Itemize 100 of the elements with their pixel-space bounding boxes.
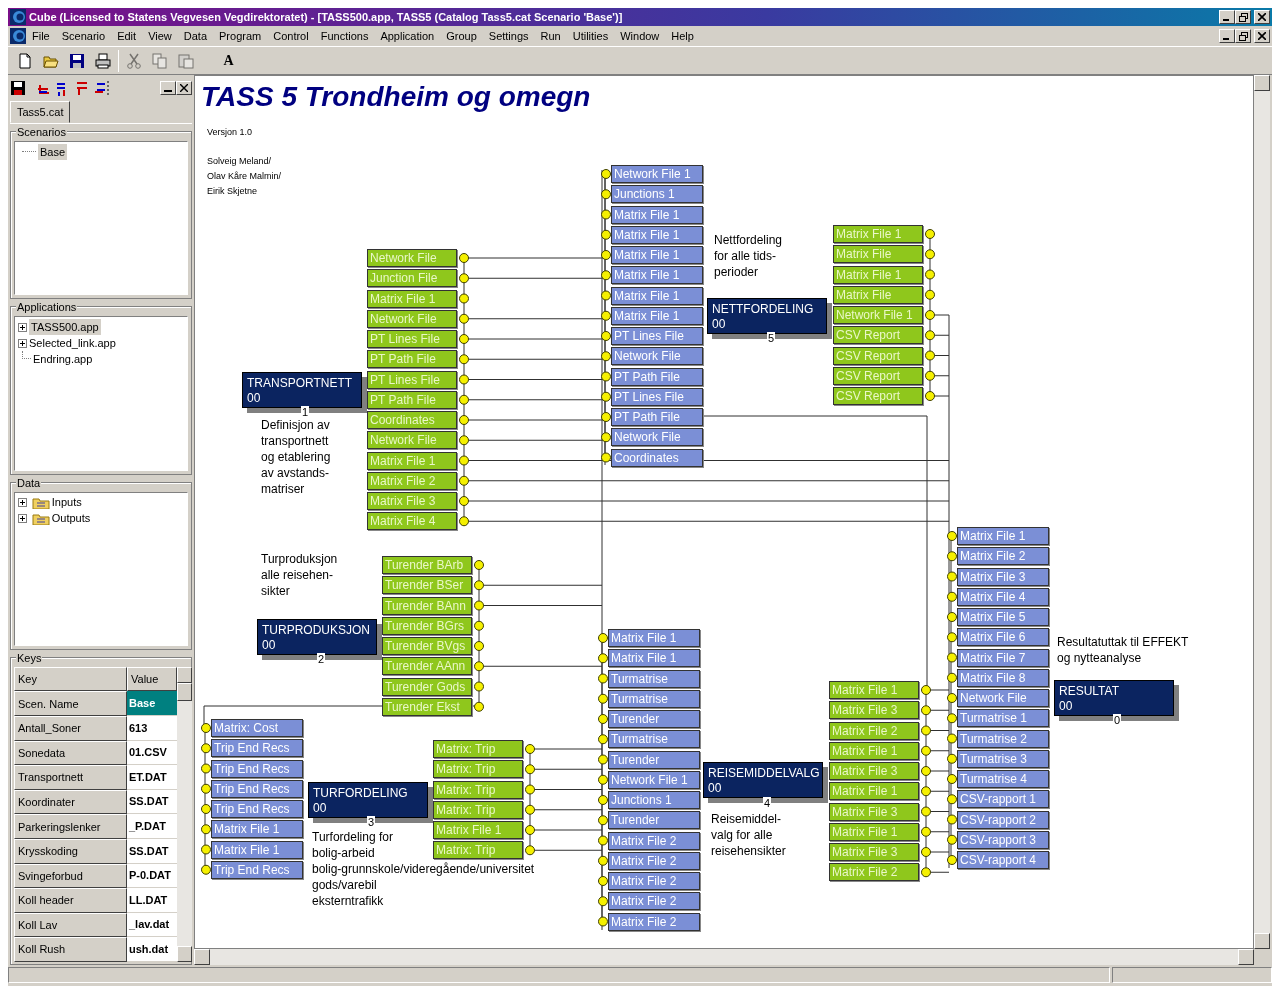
output-file-node[interactable]: Turender Ekst xyxy=(382,697,472,716)
output-file-node[interactable]: Matrix File 2 xyxy=(367,471,457,490)
menu-item[interactable]: Help xyxy=(665,27,700,45)
menu-item[interactable]: Run xyxy=(534,27,567,45)
input-file-node[interactable]: Coordinates xyxy=(611,448,703,467)
output-file-node[interactable]: PT Path File xyxy=(367,390,457,409)
output-file-node[interactable]: Matrix File 1 xyxy=(833,265,923,284)
value-cell[interactable]: P-0.DAT xyxy=(127,863,177,889)
menu-item[interactable]: Group xyxy=(440,27,483,45)
input-file-node[interactable]: CSV-rapport 2 xyxy=(957,810,1049,829)
input-file-node[interactable]: PT Path File xyxy=(611,408,703,426)
output-file-node[interactable]: PT Lines File xyxy=(367,370,457,389)
value-cell[interactable]: ush.dat xyxy=(127,937,177,962)
output-file-node[interactable]: Matrix File 1 xyxy=(829,822,919,841)
menu-item[interactable]: View xyxy=(142,27,178,45)
input-file-node[interactable]: Turmatrise 4 xyxy=(957,770,1049,788)
save-icon[interactable] xyxy=(10,79,26,96)
minimize-button[interactable] xyxy=(1219,29,1236,43)
input-file-node[interactable]: Network File 1 xyxy=(608,770,700,789)
horizontal-scrollbar[interactable] xyxy=(194,949,1254,965)
restore-button[interactable] xyxy=(1235,10,1252,24)
output-file-node[interactable]: Matrix File 1 xyxy=(829,782,919,801)
value-cell[interactable]: 613 xyxy=(127,716,177,741)
input-file-node[interactable]: Trip End Recs xyxy=(211,800,303,818)
expand-icon[interactable] xyxy=(18,498,27,507)
input-file-node[interactable]: Matrix File 5 xyxy=(957,608,1049,626)
output-file-node[interactable]: CSV Report xyxy=(833,387,923,405)
output-file-node[interactable]: Matrix File 1 xyxy=(367,451,457,470)
output-file-node[interactable]: Network File 1 xyxy=(833,306,923,324)
output-file-node[interactable]: CSV Report xyxy=(833,366,923,385)
output-file-node[interactable]: Matrix: Trip xyxy=(433,780,523,799)
vertical-scrollbar[interactable] xyxy=(1254,75,1270,949)
input-file-node[interactable]: Network File 1 xyxy=(611,165,703,183)
output-file-node[interactable]: Coordinates xyxy=(367,411,457,429)
output-file-node[interactable]: Turender BSer xyxy=(382,576,472,595)
menu-item[interactable]: Functions xyxy=(314,27,375,45)
input-file-node[interactable]: Turender xyxy=(608,750,700,769)
value-cell[interactable]: Base xyxy=(127,691,177,717)
output-file-node[interactable]: Matrix File 2 xyxy=(829,721,919,740)
input-file-node[interactable]: Matrix File 2 xyxy=(957,547,1049,566)
menu-item[interactable]: Application xyxy=(374,27,441,45)
input-file-node[interactable]: Matrix: Cost xyxy=(211,719,303,737)
link-tools-icon[interactable] xyxy=(37,79,111,96)
input-file-node[interactable]: Turmatrise xyxy=(608,689,700,708)
output-file-node[interactable]: Matrix File xyxy=(833,245,923,264)
value-cell[interactable]: SS.DAT xyxy=(127,789,177,815)
input-file-node[interactable]: Matrix File 1 xyxy=(608,629,700,647)
column-header[interactable]: Key xyxy=(14,666,127,692)
output-file-node[interactable]: Matrix: Trip xyxy=(433,740,523,758)
input-file-node[interactable]: Matrix File 2 xyxy=(608,831,700,850)
output-file-node[interactable]: Matrix File 3 xyxy=(829,701,919,720)
output-file-node[interactable]: Turender BAnn xyxy=(382,596,472,615)
output-file-node[interactable]: Turender BArb xyxy=(382,556,472,574)
menu-item[interactable]: Control xyxy=(267,27,315,45)
output-file-node[interactable]: Network File xyxy=(367,249,457,267)
output-file-node[interactable]: Turender AAnn xyxy=(382,657,472,676)
output-file-node[interactable]: CSV Report xyxy=(833,326,923,345)
menu-item[interactable]: Edit xyxy=(111,27,143,45)
output-file-node[interactable]: Matrix File 3 xyxy=(829,843,919,861)
input-file-node[interactable]: Junctions 1 xyxy=(611,185,703,204)
expand-icon[interactable] xyxy=(18,514,27,523)
output-file-node[interactable]: Matrix File 1 xyxy=(829,681,919,699)
data-folder-item[interactable]: Inputs xyxy=(51,494,82,511)
font-button[interactable]: A xyxy=(217,49,240,72)
input-file-node[interactable]: PT Lines File xyxy=(611,327,703,345)
input-file-node[interactable]: Matrix File 1 xyxy=(211,820,303,839)
close-button[interactable] xyxy=(1254,10,1270,24)
output-file-node[interactable]: Matrix File 2 xyxy=(829,863,919,882)
input-file-node[interactable]: Matrix File 1 xyxy=(211,840,303,859)
output-file-node[interactable]: Matrix File 1 xyxy=(367,289,457,308)
input-file-node[interactable]: Matrix File 1 xyxy=(611,225,703,244)
input-file-node[interactable]: CSV-rapport 4 xyxy=(957,851,1049,869)
input-file-node[interactable]: Matrix File 2 xyxy=(608,892,700,911)
input-file-node[interactable]: Turmatrise 3 xyxy=(957,749,1049,768)
output-file-node[interactable]: Network File xyxy=(367,431,457,450)
input-file-node[interactable]: Matrix File 2 xyxy=(608,851,700,870)
menu-item[interactable]: Window xyxy=(614,27,666,45)
output-file-node[interactable]: Turender BGrs xyxy=(382,616,472,635)
input-file-node[interactable]: Matrix File 4 xyxy=(957,587,1049,606)
input-file-node[interactable]: CSV-rapport 1 xyxy=(957,790,1049,809)
input-file-node[interactable]: PT Path File xyxy=(611,367,703,386)
output-file-node[interactable]: Network File xyxy=(367,309,457,328)
input-file-node[interactable]: Turmatrise 2 xyxy=(957,729,1049,748)
menu-item[interactable]: Data xyxy=(177,27,214,45)
data-folder-item[interactable]: Outputs xyxy=(51,510,91,527)
input-file-node[interactable]: Turender xyxy=(608,710,700,728)
expand-icon[interactable] xyxy=(18,322,27,332)
output-file-node[interactable]: PT Path File xyxy=(367,350,457,369)
input-file-node[interactable]: Turmatrise xyxy=(608,730,700,749)
input-file-node[interactable]: Matrix File 1 xyxy=(611,246,703,264)
value-cell[interactable]: ET.DAT xyxy=(127,765,177,790)
output-file-node[interactable]: Matrix File 1 xyxy=(833,225,923,243)
input-file-node[interactable]: Matrix File 1 xyxy=(611,286,703,305)
input-file-node[interactable]: PT Lines File xyxy=(611,387,703,406)
restore-button[interactable] xyxy=(1235,29,1252,43)
menu-item[interactable]: Utilities xyxy=(566,27,615,45)
input-file-node[interactable]: Matrix File 2 xyxy=(608,912,700,931)
input-file-node[interactable]: Matrix File 7 xyxy=(957,648,1049,667)
input-file-node[interactable]: Turmatrise 1 xyxy=(957,709,1049,728)
output-file-node[interactable]: Turender Gods xyxy=(382,677,472,696)
